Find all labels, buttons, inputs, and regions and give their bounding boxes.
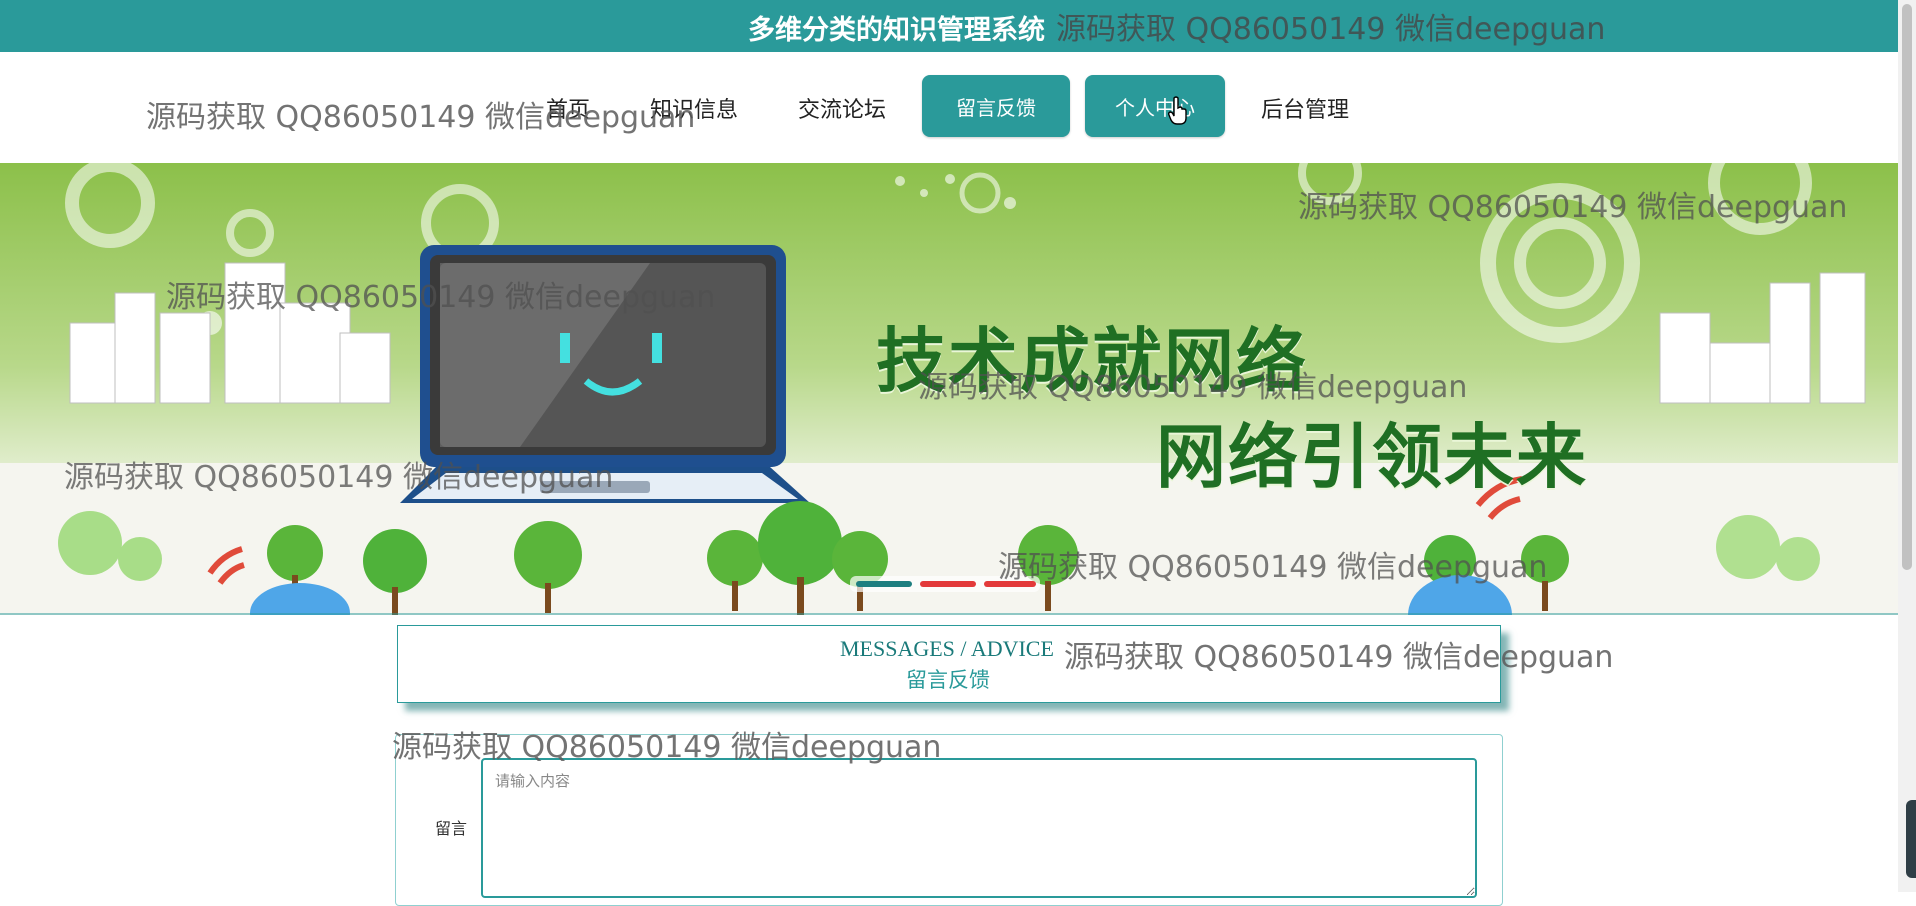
nav-item-home[interactable]: 首页 bbox=[546, 92, 590, 124]
nav-item-messages[interactable]: 留言反馈 bbox=[922, 75, 1070, 137]
banner-slogan-line1: 技术成就网络 bbox=[876, 320, 1308, 402]
nav-item-personal-center[interactable]: 个人中心 bbox=[1085, 75, 1225, 137]
message-label: 留言 bbox=[435, 819, 468, 838]
scrollbar-thumb[interactable] bbox=[1902, 4, 1912, 570]
side-floating-widget[interactable] bbox=[1906, 800, 1916, 878]
section-header: MESSAGES / ADVICE 留言反馈 bbox=[397, 625, 1501, 703]
carousel-dot-1[interactable] bbox=[856, 581, 912, 587]
message-textarea[interactable] bbox=[481, 758, 1477, 898]
hero-banner: 技术成就网络 网络引领未来 bbox=[0, 163, 1898, 615]
nav-item-knowledge[interactable]: 知识信息 bbox=[650, 92, 738, 124]
nav-item-admin[interactable]: 后台管理 bbox=[1261, 92, 1349, 124]
site-title: 多维分类的知识管理系统 bbox=[748, 15, 1045, 46]
section-title-cn: 留言反馈 bbox=[906, 668, 990, 692]
section-title-en: MESSAGES / ADVICE bbox=[840, 636, 1054, 661]
banner-slogan-line2: 网络引领未来 bbox=[1156, 416, 1588, 498]
main-navigation: 首页 知识信息 交流论坛 留言反馈 个人中心 后台管理 bbox=[0, 52, 1898, 163]
carousel-indicator bbox=[850, 576, 1040, 592]
page-scrollbar[interactable] bbox=[1898, 0, 1916, 892]
nav-item-forum[interactable]: 交流论坛 bbox=[798, 92, 886, 124]
banner-divider bbox=[0, 613, 1898, 615]
hand-pointer-icon bbox=[1168, 96, 1187, 125]
carousel-dot-2[interactable] bbox=[920, 581, 976, 587]
top-header-bar: 多维分类的知识管理系统 bbox=[0, 0, 1898, 52]
carousel-dot-3[interactable] bbox=[984, 581, 1036, 587]
